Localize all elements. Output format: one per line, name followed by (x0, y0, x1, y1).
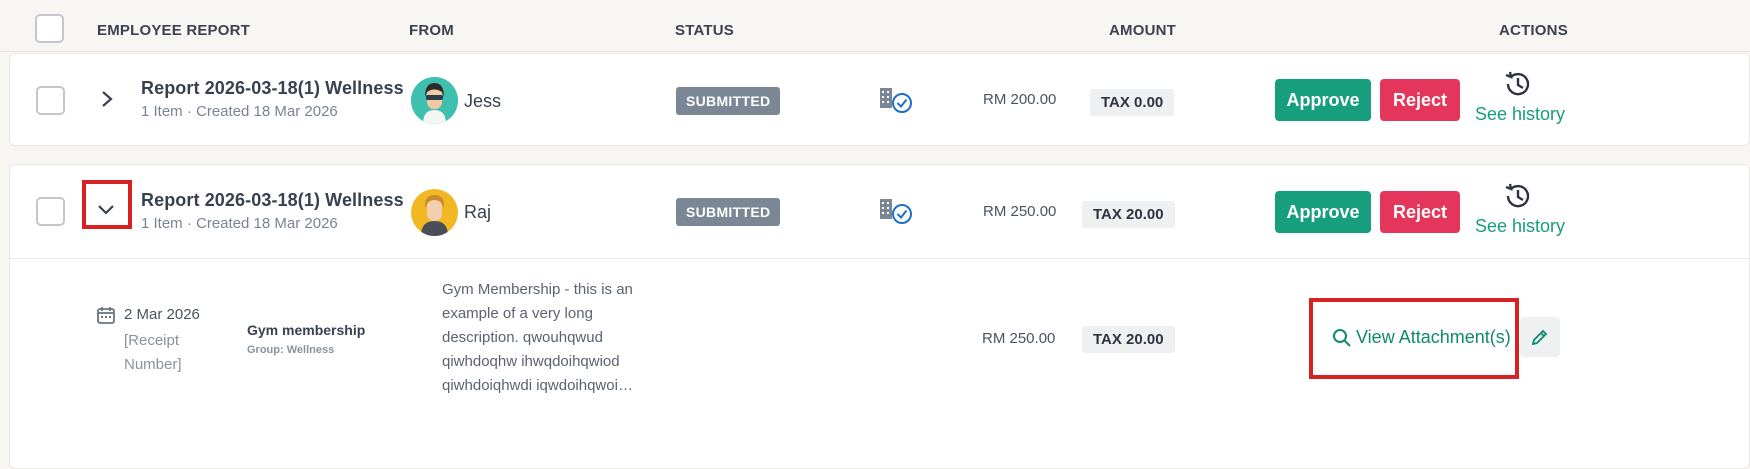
report-row-expanded[interactable]: Report 2026-03-18(1) Wellness 1 Item · C… (9, 164, 1750, 469)
tax-badge: TAX 0.00 (1090, 89, 1175, 116)
history-icon[interactable] (1503, 70, 1531, 98)
row-checkbox[interactable] (36, 86, 65, 115)
see-history-link[interactable]: See history (1475, 216, 1565, 237)
calendar-icon (96, 305, 116, 325)
report-title[interactable]: Report 2026-03-18(1) Wellness (141, 78, 404, 99)
expense-category: Gym membership (247, 322, 366, 338)
approve-button[interactable]: Approve (1275, 191, 1371, 233)
building-check-icon (878, 86, 914, 114)
report-amount: RM 200.00 (983, 91, 1057, 108)
header-amount: AMOUNT (1109, 22, 1177, 39)
report-title[interactable]: Report 2026-03-18(1) Wellness (141, 190, 404, 211)
header-actions: ACTIONS (1499, 22, 1568, 39)
receipt-number: [Receipt Number] (124, 329, 182, 377)
approve-button[interactable]: Approve (1275, 79, 1371, 121)
row-checkbox[interactable] (36, 197, 65, 226)
status-badge: SUBMITTED (676, 198, 781, 226)
report-row[interactable]: Report 2026-03-18(1) Wellness 1 Item · C… (9, 53, 1750, 146)
desc-line: example of a very long (442, 305, 593, 322)
header-from: FROM (409, 22, 454, 39)
desc-line: qiwhdoqhw ihwqdoihqwiod (442, 353, 620, 370)
building-check-icon (878, 197, 914, 225)
from-name: Jess (464, 91, 502, 111)
desc-line: Gym Membership - this is an (442, 281, 633, 298)
view-attachments-label: View Attachment(s) (1356, 327, 1511, 347)
receipt-line: Number] (124, 356, 182, 373)
report-subtitle: 1 Item · Created 18 Mar 2026 (141, 215, 338, 232)
header-employee-report: EMPLOYEE REPORT (97, 22, 251, 39)
desc-line: qiwhdoiqhwdi iqwdoihqwoi… (442, 377, 633, 394)
receipt-line: [Receipt (124, 332, 180, 349)
select-all-checkbox[interactable] (35, 14, 64, 43)
table-header: EMPLOYEE REPORT FROM STATUS AMOUNT ACTIO… (0, 0, 1750, 52)
search-icon (1333, 328, 1351, 347)
pencil-icon (1531, 329, 1548, 346)
status-badge: SUBMITTED (676, 87, 781, 115)
desc-line: description. qwouhqwud (442, 329, 603, 346)
history-icon[interactable] (1503, 182, 1531, 210)
divider (10, 258, 1750, 259)
edit-button[interactable] (1520, 317, 1560, 357)
header-status: STATUS (675, 22, 734, 39)
expense-description: Gym Membership - this is an example of a… (442, 278, 633, 398)
chevron-down-icon[interactable] (95, 198, 117, 220)
expense-date: 2 Mar 2026 (124, 306, 200, 323)
report-amount: RM 250.00 (983, 203, 1057, 220)
report-subtitle: 1 Item · Created 18 Mar 2026 (141, 103, 338, 120)
reject-button[interactable]: Reject (1380, 191, 1460, 233)
avatar (411, 189, 458, 236)
from-name: Raj (464, 202, 492, 222)
tax-badge: TAX 20.00 (1082, 326, 1175, 353)
view-attachments-button[interactable]: View Attachment(s) (1332, 327, 1511, 348)
see-history-link[interactable]: See history (1475, 104, 1565, 125)
tax-badge: TAX 20.00 (1082, 201, 1175, 228)
reject-button[interactable]: Reject (1380, 79, 1460, 121)
avatar (411, 77, 458, 124)
expense-group: Group: Wellness (247, 344, 335, 356)
chevron-right-icon[interactable] (96, 88, 118, 110)
expense-amount: RM 250.00 (982, 330, 1056, 347)
